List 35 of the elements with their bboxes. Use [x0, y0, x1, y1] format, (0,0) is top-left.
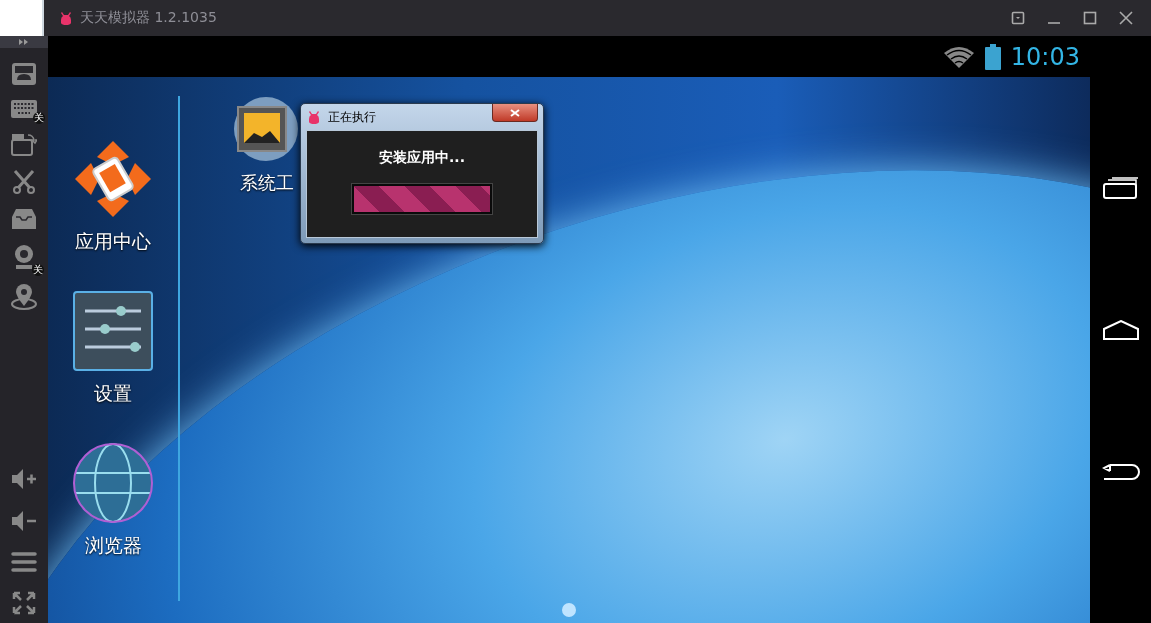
rotate-screen-icon[interactable]	[11, 132, 37, 156]
fullscreen-icon[interactable]	[12, 591, 36, 615]
close-icon	[510, 108, 520, 117]
clock-time: 10:03	[1010, 42, 1080, 71]
app-label[interactable]: 系统工	[240, 171, 294, 195]
bug-logo-icon	[58, 10, 74, 26]
location-pin-icon[interactable]	[10, 284, 38, 310]
off-badge: 关	[32, 264, 44, 276]
app-label[interactable]: 设置	[94, 381, 132, 407]
inbox-icon[interactable]	[11, 208, 37, 230]
status-message: 安装应用中...	[379, 149, 465, 167]
scissors-icon[interactable]	[12, 170, 36, 194]
app-label[interactable]: 浏览器	[84, 533, 142, 559]
settings-icon[interactable]	[73, 291, 153, 371]
menu-icon[interactable]	[11, 551, 37, 573]
volume-down-icon[interactable]	[10, 509, 38, 533]
home-icon[interactable]	[1102, 319, 1139, 340]
close-icon[interactable]	[1119, 11, 1133, 25]
window-title: 天天模拟器 1.2.1035	[80, 9, 217, 27]
double-arrow-icon	[19, 39, 29, 45]
bug-logo-icon	[306, 109, 322, 125]
recent-apps-icon[interactable]	[1102, 176, 1139, 199]
wifi-icon	[942, 44, 975, 69]
minimize-to-tray-icon[interactable]	[1011, 11, 1025, 25]
volume-up-icon[interactable]	[10, 467, 38, 491]
battery-icon	[984, 43, 1001, 70]
dialog-title: 正在执行	[328, 108, 376, 126]
off-badge: 关	[33, 112, 45, 124]
blank-panel	[0, 0, 44, 36]
expand-strip[interactable]	[0, 36, 48, 48]
globe-icon[interactable]	[73, 443, 153, 523]
app-label[interactable]: 应用中心	[75, 229, 151, 255]
app-center-icon[interactable]	[73, 139, 153, 219]
maximize-icon[interactable]	[1083, 11, 1097, 25]
close-button[interactable]	[492, 104, 538, 122]
